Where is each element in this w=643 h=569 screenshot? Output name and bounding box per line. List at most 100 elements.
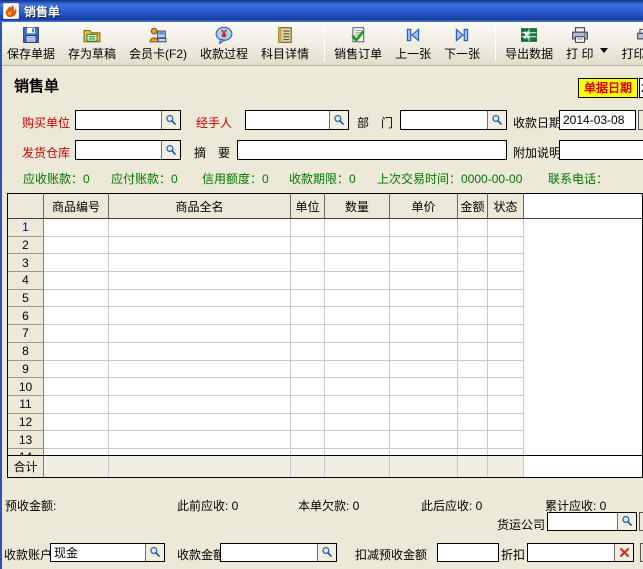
grid-cell[interactable]: [390, 307, 458, 325]
grid-cell[interactable]: [488, 325, 524, 343]
grid-cell[interactable]: [458, 219, 488, 237]
grid-cell[interactable]: [109, 431, 291, 449]
payment-date-input[interactable]: [560, 111, 635, 129]
grid-cell[interactable]: [458, 414, 488, 432]
grid-cell[interactable]: [44, 307, 109, 325]
department-field[interactable]: [400, 110, 507, 130]
grid-cell[interactable]: [109, 378, 291, 396]
grid-cell[interactable]: [390, 449, 458, 455]
grid-cell[interactable]: [390, 414, 458, 432]
grid-cell[interactable]: [291, 378, 325, 396]
grid-cell[interactable]: [390, 254, 458, 272]
table-row[interactable]: 13: [8, 431, 642, 449]
grid-cell[interactable]: [291, 254, 325, 272]
grid-cell[interactable]: [325, 431, 390, 449]
grid-cell[interactable]: [291, 237, 325, 255]
grid-cell[interactable]: [291, 449, 325, 455]
warehouse-lookup-button[interactable]: [161, 141, 180, 159]
print-dropdown-icon[interactable]: [600, 48, 608, 53]
grid-cell[interactable]: [325, 396, 390, 414]
grid-cell[interactable]: [488, 343, 524, 361]
grid-cell[interactable]: [488, 272, 524, 290]
account-details-button[interactable]: 科目详情: [261, 26, 309, 62]
grid-cell[interactable]: [44, 431, 109, 449]
buyer-lookup-button[interactable]: [161, 111, 180, 129]
warehouse-input[interactable]: [76, 141, 161, 159]
grid-cell[interactable]: [109, 219, 291, 237]
row-number[interactable]: 1: [8, 219, 44, 237]
grid-cell[interactable]: [325, 343, 390, 361]
grid-cell[interactable]: [291, 307, 325, 325]
table-row[interactable]: 5: [8, 290, 642, 308]
print-style-button[interactable]: 打印样式: [621, 26, 643, 62]
grid-cell[interactable]: [291, 343, 325, 361]
grid-cell[interactable]: [458, 290, 488, 308]
payment-amount-input[interactable]: [221, 544, 317, 561]
department-input[interactable]: [401, 111, 487, 129]
table-row[interactable]: 6: [8, 307, 642, 325]
grid-cell[interactable]: [488, 378, 524, 396]
table-row[interactable]: 1: [8, 219, 642, 237]
grid-cell[interactable]: [291, 272, 325, 290]
summary-field[interactable]: [237, 140, 507, 160]
grid-cell[interactable]: [109, 272, 291, 290]
discount-clear-button[interactable]: [614, 544, 633, 561]
table-row[interactable]: 10: [8, 378, 642, 396]
grid-cell[interactable]: [44, 414, 109, 432]
row-number[interactable]: 6: [8, 307, 44, 325]
document-date-value[interactable]: 2: [639, 78, 643, 98]
sales-order-button[interactable]: 销售订单: [334, 26, 382, 62]
grid-cell[interactable]: [109, 361, 291, 379]
save-as-draft-button[interactable]: 存为草稿: [68, 26, 116, 62]
grid-cell[interactable]: [109, 290, 291, 308]
grid-cell[interactable]: [458, 449, 488, 455]
grid-cell[interactable]: [488, 219, 524, 237]
member-card-button[interactable]: 会员卡(F2): [129, 26, 187, 62]
titlebar[interactable]: 销售单: [0, 0, 643, 22]
summary-input[interactable]: [238, 141, 506, 159]
discount-input[interactable]: [528, 544, 614, 561]
row-number[interactable]: 7: [8, 325, 44, 343]
grid-cell[interactable]: [390, 325, 458, 343]
grid-cell[interactable]: [458, 343, 488, 361]
payment-amount-lookup-button[interactable]: [317, 544, 336, 561]
grid-cell[interactable]: [109, 414, 291, 432]
grid-cell[interactable]: [109, 307, 291, 325]
row-number[interactable]: 5: [8, 290, 44, 308]
row-number[interactable]: 3: [8, 254, 44, 272]
grid-cell[interactable]: [325, 307, 390, 325]
grid-cell[interactable]: [325, 290, 390, 308]
grid-cell[interactable]: [390, 396, 458, 414]
grid-cell[interactable]: [390, 378, 458, 396]
grid-cell[interactable]: [458, 431, 488, 449]
payment-date-field[interactable]: [559, 110, 636, 130]
grid-cell[interactable]: [488, 361, 524, 379]
grid-cell[interactable]: [458, 361, 488, 379]
grid-cell[interactable]: [44, 396, 109, 414]
grid-cell[interactable]: [458, 254, 488, 272]
handler-lookup-button[interactable]: [329, 111, 348, 129]
grid-cell[interactable]: [291, 396, 325, 414]
grid-cell[interactable]: [325, 272, 390, 290]
payment-amount-field[interactable]: [220, 543, 337, 562]
buyer-field[interactable]: [75, 110, 181, 130]
row-number[interactable]: 13: [8, 431, 44, 449]
grid-cell[interactable]: [44, 361, 109, 379]
grid-cell[interactable]: [458, 272, 488, 290]
export-data-button[interactable]: 导出数据: [505, 26, 553, 62]
row-number[interactable]: 8: [8, 343, 44, 361]
grid-cell[interactable]: [291, 361, 325, 379]
grid-cell[interactable]: [291, 290, 325, 308]
row-number[interactable]: 9: [8, 361, 44, 379]
previous-record-button[interactable]: 上一张: [395, 26, 431, 62]
deduct-prepaid-input[interactable]: [438, 544, 498, 561]
freight-extra-button[interactable]: [639, 512, 643, 531]
grid-cell[interactable]: [488, 396, 524, 414]
grid-cell[interactable]: [44, 378, 109, 396]
freight-company-input[interactable]: [548, 513, 617, 530]
extra-note-input[interactable]: [560, 141, 643, 159]
warehouse-field[interactable]: [75, 140, 181, 160]
grid-cell[interactable]: [325, 325, 390, 343]
grid-cell[interactable]: [390, 361, 458, 379]
grid-cell[interactable]: [44, 237, 109, 255]
